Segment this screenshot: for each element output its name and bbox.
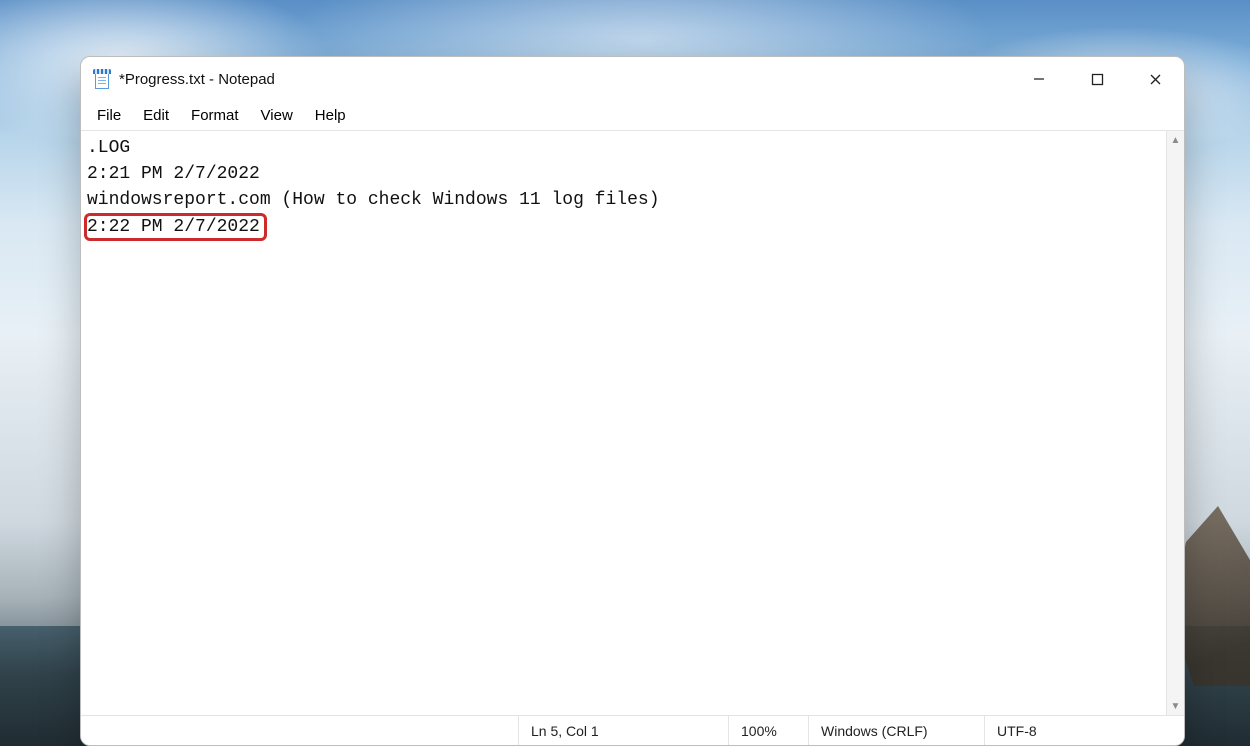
maximize-icon <box>1091 73 1104 86</box>
close-icon <box>1149 73 1162 86</box>
statusbar-zoom: 100% <box>728 716 808 745</box>
statusbar-position: Ln 5, Col 1 <box>518 716 728 745</box>
menubar: File Edit Format View Help <box>81 101 1184 131</box>
editor-area: .LOG 2:21 PM 2/7/2022 windowsreport.com … <box>81 131 1184 715</box>
text-line-1: .LOG <box>87 138 130 158</box>
notepad-app-icon <box>93 69 111 89</box>
menu-format[interactable]: Format <box>181 104 249 127</box>
text-line-3: windowsreport.com (How to check Windows … <box>87 190 660 210</box>
maximize-button[interactable] <box>1068 57 1126 101</box>
menu-edit[interactable]: Edit <box>133 104 179 127</box>
window-title: *Progress.txt - Notepad <box>119 71 275 88</box>
statusbar-encoding: UTF-8 <box>984 716 1184 745</box>
scroll-up-arrow-icon[interactable]: ▲ <box>1167 131 1184 149</box>
text-editor[interactable]: .LOG 2:21 PM 2/7/2022 windowsreport.com … <box>81 131 1166 715</box>
menu-file[interactable]: File <box>87 104 131 127</box>
statusbar: Ln 5, Col 1 100% Windows (CRLF) UTF-8 <box>81 715 1184 745</box>
highlighted-timestamp: 2:22 PM 2/7/2022 <box>84 213 267 241</box>
statusbar-spacer <box>81 716 518 745</box>
titlebar[interactable]: *Progress.txt - Notepad <box>81 57 1184 101</box>
minimize-button[interactable] <box>1010 57 1068 101</box>
scroll-down-arrow-icon[interactable]: ▼ <box>1167 697 1184 715</box>
close-button[interactable] <box>1126 57 1184 101</box>
minimize-icon <box>1033 73 1045 85</box>
window-controls <box>1010 57 1184 101</box>
notepad-window: *Progress.txt - Notepad File Edit Format… <box>80 56 1185 746</box>
menu-help[interactable]: Help <box>305 104 356 127</box>
vertical-scrollbar[interactable]: ▲ ▼ <box>1166 131 1184 715</box>
statusbar-line-ending: Windows (CRLF) <box>808 716 984 745</box>
text-line-2: 2:21 PM 2/7/2022 <box>87 164 260 184</box>
menu-view[interactable]: View <box>251 104 303 127</box>
